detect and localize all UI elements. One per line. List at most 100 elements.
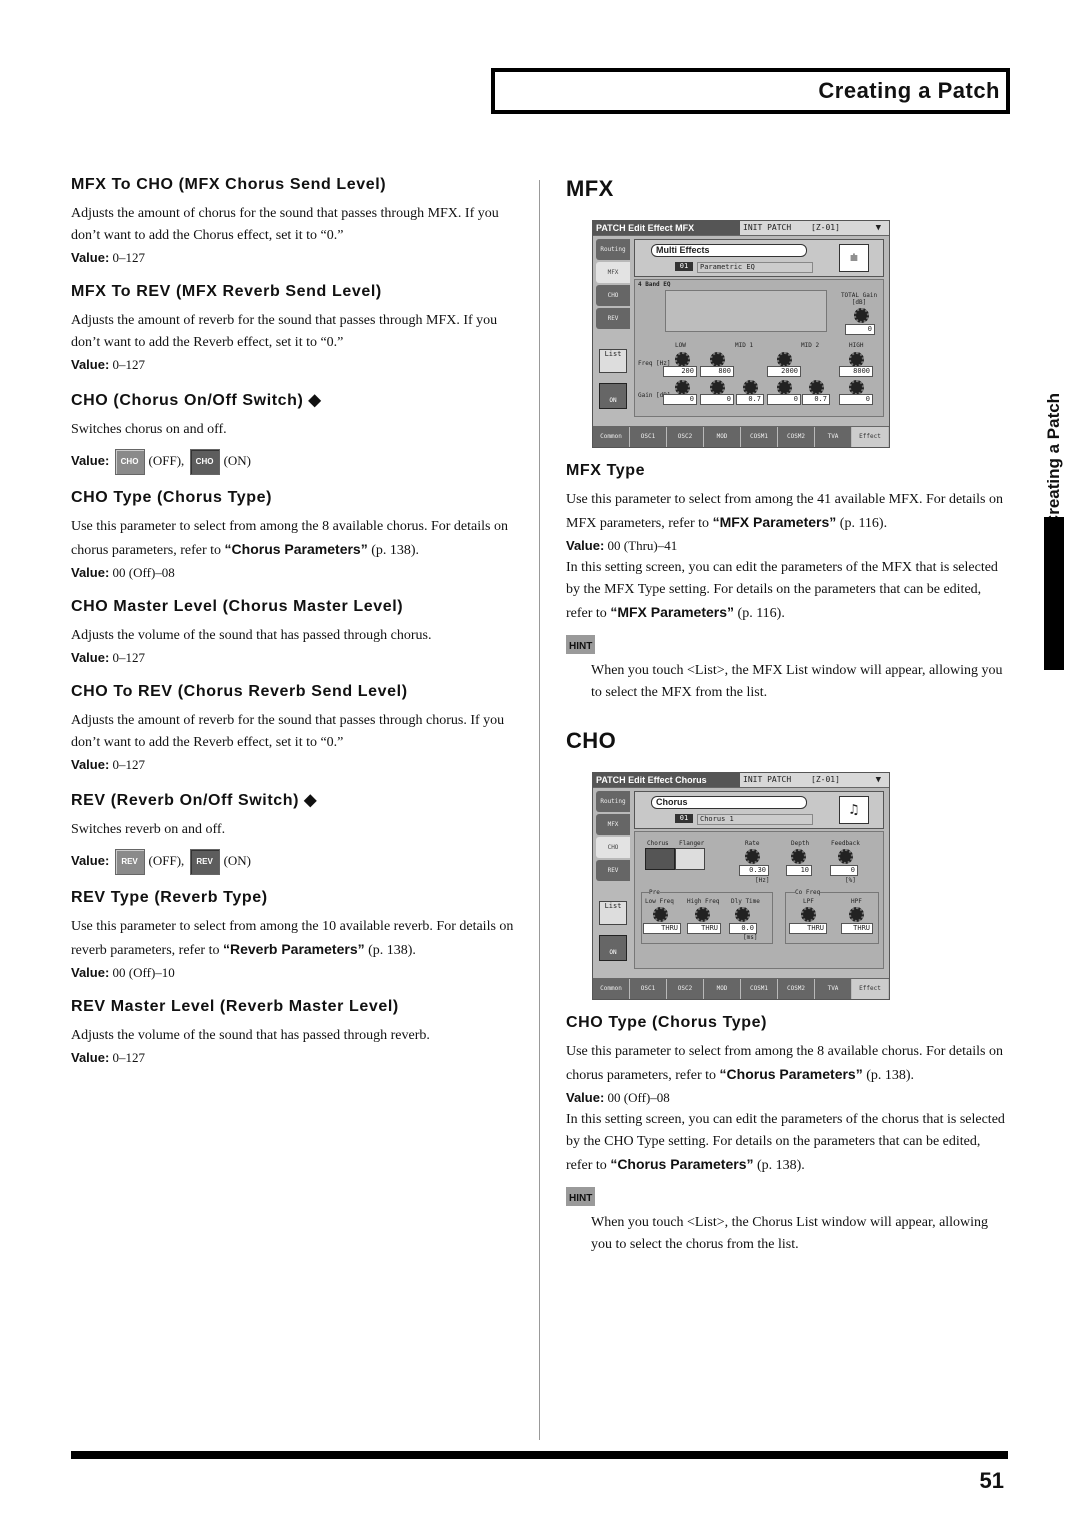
rate-value[interactable]: 0.30 (739, 865, 769, 876)
tab-mfx[interactable]: MFX (596, 814, 630, 835)
tab-cosm2[interactable]: COSM2 (778, 427, 814, 447)
low-freq-value[interactable]: 200 (663, 366, 697, 377)
tab-cho[interactable]: CHO (596, 837, 630, 858)
total-gain-knob[interactable] (854, 308, 869, 323)
section-body: Use this parameter to select from among … (71, 519, 508, 558)
lpf-value[interactable]: THRU (789, 923, 827, 934)
low-freq-knob[interactable] (675, 352, 690, 367)
screen-titlebar: PATCH Edit Effect Chorus INIT PATCH [Z-0… (593, 773, 889, 788)
tab-common[interactable]: Common (593, 979, 629, 999)
mid2-gain-knob[interactable] (777, 380, 792, 395)
depth-knob[interactable] (791, 849, 806, 864)
depth-value[interactable]: 10 (786, 865, 812, 876)
tab-rev[interactable]: REV (596, 308, 630, 329)
high-gain-knob[interactable] (849, 380, 864, 395)
tab-cosm2[interactable]: COSM2 (778, 979, 814, 999)
low-freq-value[interactable]: THRU (643, 923, 681, 934)
tab-routing[interactable]: Routing (596, 791, 630, 812)
mid1-q-knob[interactable] (743, 380, 758, 395)
flanger-mode-button[interactable] (675, 848, 705, 870)
type-index[interactable]: 01 (675, 262, 693, 271)
mid2-q-value[interactable]: 0.7 (802, 394, 830, 405)
type-name[interactable]: Parametric EQ (697, 262, 813, 273)
mfx-screen: PATCH Edit Effect MFX INIT PATCH [Z-01] … (592, 220, 890, 448)
mid2-freq-value[interactable]: 2000 (767, 366, 801, 377)
feedback-value[interactable]: 0 (830, 865, 858, 876)
cho-hint-text: When you touch <List>, the Chorus List w… (591, 1215, 989, 1252)
on-button[interactable]: ON (599, 383, 627, 409)
high-freq-value[interactable]: 8000 (839, 366, 873, 377)
section-body: Adjusts the amount of reverb for the sou… (71, 313, 498, 350)
tab-effect[interactable]: Effect (852, 427, 888, 447)
feedback-knob[interactable] (838, 849, 853, 864)
high-freq-knob[interactable] (849, 352, 864, 367)
chorus-mode-button[interactable] (645, 848, 675, 870)
section-rev-master: REV Master Level (Reverb Master Level) A… (71, 998, 516, 1069)
low-gain-knob[interactable] (675, 380, 690, 395)
high-freq-value[interactable]: THRU (687, 923, 721, 934)
mid2-q-knob[interactable] (809, 380, 824, 395)
lpf-knob[interactable] (801, 907, 816, 922)
delay-time-value[interactable]: 0.0 (729, 923, 757, 934)
tab-rev[interactable]: REV (596, 860, 630, 881)
dropdown-arrow-icon[interactable]: ▼ (876, 775, 881, 785)
section-mfx-to-cho: MFX To CHO (MFX Chorus Send Level) Adjus… (71, 176, 516, 269)
screen-title: PATCH Edit Effect MFX (593, 221, 740, 235)
tab-osc1[interactable]: OSC1 (630, 427, 666, 447)
page-header: Creating a Patch (491, 68, 1010, 114)
list-button[interactable]: List (599, 901, 627, 925)
low-gain-value[interactable]: 0 (663, 394, 697, 405)
section-heading: CHO Master Level (Chorus Master Level) (71, 598, 404, 615)
type-index[interactable]: 01 (675, 814, 693, 823)
value-line: Value: 0–127 (71, 650, 146, 665)
section-cho-switch: CHO (Chorus On/Off Switch) ◆ Switches ch… (71, 390, 516, 475)
tab-osc1[interactable]: OSC1 (630, 979, 666, 999)
value-line: Value: 0–127 (71, 757, 146, 772)
side-tabs: Routing MFX CHO REV (596, 239, 630, 331)
side-chapter-tab: Creating a Patch (1044, 380, 1064, 670)
total-gain-value[interactable]: 0 (845, 324, 875, 335)
hpf-value[interactable]: THRU (841, 923, 873, 934)
high-freq-knob[interactable] (695, 907, 710, 922)
tab-common[interactable]: Common (593, 427, 629, 447)
mid1-freq-knob[interactable] (710, 352, 725, 367)
mid1-freq-value[interactable]: 800 (700, 366, 734, 377)
tab-routing[interactable]: Routing (596, 239, 630, 260)
mid1-gain-value[interactable]: 0 (700, 394, 734, 405)
tab-cho[interactable]: CHO (596, 285, 630, 306)
mid1-q-value[interactable]: 0.7 (736, 394, 764, 405)
section-heading: REV Type (Reverb Type) (71, 889, 268, 906)
type-selector: Chorus 01 Chorus 1 ♫ (634, 791, 884, 829)
section-heading: MFX To CHO (MFX Chorus Send Level) (71, 176, 387, 193)
tab-mfx[interactable]: MFX (596, 262, 630, 283)
mid1-gain-knob[interactable] (710, 380, 725, 395)
mid2-gain-value[interactable]: 0 (767, 394, 801, 405)
delay-time-knob[interactable] (735, 907, 750, 922)
section-body: Use this parameter to select from among … (71, 919, 514, 958)
mid2-freq-knob[interactable] (777, 352, 792, 367)
hpf-knob[interactable] (849, 907, 864, 922)
chorus-parameters-ref: “Chorus Parameters” (719, 1066, 863, 1082)
high-gain-value[interactable]: 0 (839, 394, 873, 405)
section-rev-switch: REV (Reverb On/Off Switch) ◆ Switches re… (71, 790, 516, 875)
tab-tva[interactable]: TVA (815, 979, 851, 999)
tab-osc2[interactable]: OSC2 (667, 427, 703, 447)
rev-on-icon: REV (189, 849, 220, 875)
tab-mod[interactable]: MOD (704, 979, 740, 999)
type-name[interactable]: Chorus 1 (697, 814, 813, 825)
tab-cosm1[interactable]: COSM1 (741, 427, 777, 447)
low-freq-knob[interactable] (653, 907, 668, 922)
tab-tva[interactable]: TVA (815, 427, 851, 447)
section-heading: CHO Type (Chorus Type) (71, 489, 273, 506)
dropdown-arrow-icon[interactable]: ▼ (876, 223, 881, 233)
tab-osc2[interactable]: OSC2 (667, 979, 703, 999)
tab-effect[interactable]: Effect (852, 979, 888, 999)
rate-knob[interactable] (745, 849, 760, 864)
column-divider (539, 180, 540, 1440)
section-body: Switches reverb on and off. (71, 822, 226, 837)
on-button[interactable]: ON (599, 935, 627, 961)
tab-mod[interactable]: MOD (704, 427, 740, 447)
tab-cosm1[interactable]: COSM1 (741, 979, 777, 999)
list-button[interactable]: List (599, 349, 627, 373)
chorus-parameters-ref: “Chorus Parameters” (224, 541, 368, 557)
